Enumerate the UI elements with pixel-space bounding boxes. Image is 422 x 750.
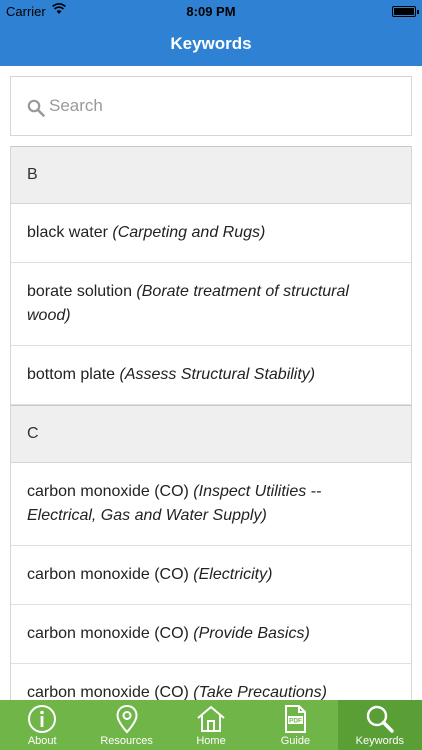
tab-resources-label: Resources	[100, 735, 153, 747]
tab-guide[interactable]: PDF Guide	[253, 700, 337, 750]
search-icon	[366, 705, 394, 733]
search-input[interactable]	[49, 91, 389, 121]
keyword-term: carbon monoxide (CO)	[27, 625, 189, 642]
keyword-context: (Carpeting and Rugs)	[112, 224, 266, 241]
tab-bar: About Resources Home PDF Guide Keywords	[0, 700, 422, 750]
pdf-icon: PDF	[285, 705, 307, 733]
keyword-context: (Provide Basics)	[193, 625, 310, 642]
keyword-context: (Take Precautions)	[193, 684, 327, 700]
battery-icon	[392, 6, 419, 17]
status-bar: Carrier 8:09 PM	[0, 0, 422, 22]
navigation-bar: Keywords	[0, 22, 422, 66]
page-title: Keywords	[170, 34, 252, 53]
home-icon	[197, 705, 225, 732]
tab-keywords[interactable]: Keywords	[337, 700, 422, 750]
list-item[interactable]: carbon monoxide (CO) (Take Precautions)	[11, 664, 411, 700]
section-header-c: C	[11, 405, 411, 463]
section-header-b: B	[11, 146, 411, 204]
keyword-term: black water	[27, 224, 108, 241]
search-bar[interactable]	[10, 76, 412, 136]
tab-home-label: Home	[196, 735, 226, 747]
clock: 8:09 PM	[186, 4, 236, 19]
tab-home[interactable]: Home	[169, 700, 253, 750]
keyword-context: (Electricity)	[193, 566, 273, 583]
info-icon	[28, 705, 57, 733]
tab-resources[interactable]: Resources	[84, 700, 168, 750]
keyword-list: B black water (Carpeting and Rugs) borat…	[10, 146, 412, 700]
search-icon	[27, 99, 45, 117]
list-item[interactable]: black water (Carpeting and Rugs)	[11, 204, 411, 263]
keywords-content[interactable]: B black water (Carpeting and Rugs) borat…	[0, 66, 422, 700]
keyword-term: borate solution	[27, 283, 132, 300]
keyword-term: carbon monoxide (CO)	[27, 566, 189, 583]
list-item[interactable]: bottom plate (Assess Structural Stabilit…	[11, 346, 411, 405]
keyword-term: bottom plate	[27, 366, 116, 383]
tab-about-label: About	[27, 735, 57, 747]
tab-guide-label: Guide	[280, 735, 311, 747]
keyword-term: carbon monoxide (CO)	[27, 483, 189, 500]
map-pin-icon	[116, 704, 138, 734]
svg-text:PDF: PDF	[289, 718, 302, 725]
list-item[interactable]: carbon monoxide (CO) (Electricity)	[11, 546, 411, 605]
keyword-term: carbon monoxide (CO)	[27, 684, 189, 700]
list-item[interactable]: carbon monoxide (CO) (Inspect Utilities …	[11, 463, 411, 546]
tab-about[interactable]: About	[0, 700, 84, 750]
list-item[interactable]: carbon monoxide (CO) (Provide Basics)	[11, 605, 411, 664]
keyword-context: (Assess Structural Stability)	[119, 366, 316, 383]
list-item[interactable]: borate solution (Borate treatment of str…	[11, 263, 411, 346]
tab-keywords-label: Keywords	[355, 735, 404, 747]
